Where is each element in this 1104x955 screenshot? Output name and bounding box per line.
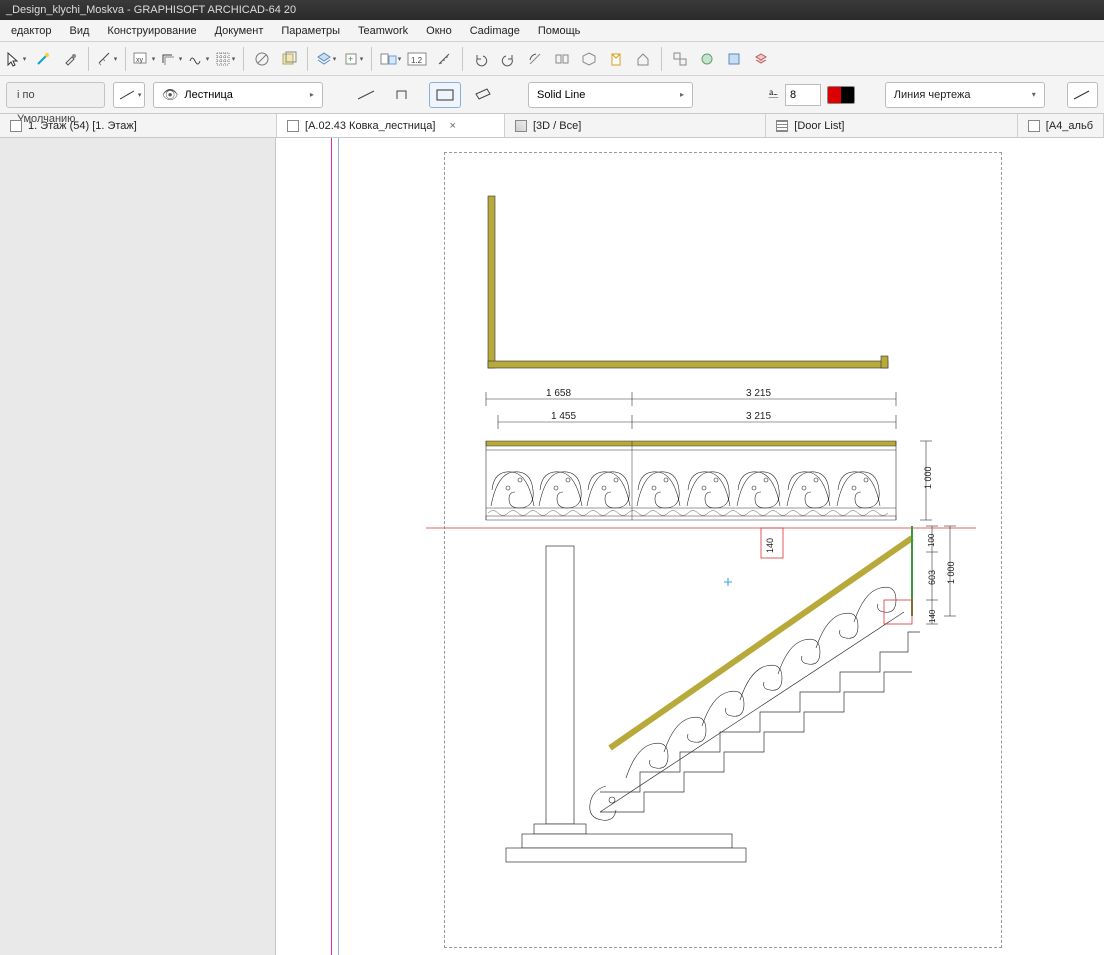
drawing-canvas[interactable]: 1 658 3 215 1 455 3 215 [276, 138, 1104, 955]
ruler-button[interactable]: ▾ [94, 46, 120, 72]
line-category-label: Линия чертежа [894, 89, 971, 101]
favorite-button[interactable] [603, 46, 629, 72]
tab-a4-label: [A4_альб [1046, 120, 1093, 132]
view-tabs: 1. Этаж (54) [1. Этаж] [A.02.43 Ковка_ле… [0, 114, 1104, 138]
pen-number-input[interactable] [785, 84, 821, 106]
dim-140b: 140 [928, 609, 937, 623]
grid-button[interactable]: ▾ [212, 46, 238, 72]
grid-icon [776, 120, 788, 132]
menu-construct[interactable]: Конструирование [98, 25, 205, 37]
linetype-label: Solid Line [537, 89, 585, 101]
eye-icon: 👁 [162, 87, 179, 103]
dim-140a: 140 [765, 538, 775, 553]
undo-button[interactable] [468, 46, 494, 72]
tab-close-button[interactable]: × [449, 120, 455, 132]
dim-1000a: 1 000 [923, 466, 933, 489]
menu-view[interactable]: Вид [61, 25, 99, 37]
layers-button[interactable]: ▾ [313, 46, 339, 72]
layer-selector[interactable]: 👁 Лестница ▸ [153, 82, 323, 108]
rotate-tool-button[interactable] [522, 46, 548, 72]
menu-teamwork[interactable]: Teamwork [349, 25, 417, 37]
main-toolbar: ▾ ▾ xy▾ ▾ ▾ ▾ ▾ +▾ ▾ 1.2 [0, 42, 1104, 76]
layer-stack-button[interactable] [748, 46, 774, 72]
svg-text:xy: xy [136, 57, 144, 64]
title-bar: _Design_klychi_Moskva - GRAPHISOFT ARCHI… [0, 0, 1104, 20]
default-settings-button[interactable]: і по Умолчанию [6, 82, 105, 108]
sheet-icon [1028, 120, 1040, 132]
project-button[interactable]: ▾ [377, 46, 403, 72]
geom-polyline-button[interactable] [390, 82, 421, 108]
xy-coord-button[interactable]: xy▾ [131, 46, 157, 72]
dim-3215a: 3 215 [746, 388, 771, 399]
tab-doorlist[interactable]: [Door List] [766, 114, 1018, 137]
group-button[interactable] [667, 46, 693, 72]
tab-floorplan[interactable]: 1. Этаж (54) [1. Этаж] [0, 114, 277, 137]
svg-text:+: + [348, 54, 353, 64]
tab-a4[interactable]: [A4_альб [1018, 114, 1104, 137]
cursor-tool-button[interactable]: ▾ [3, 46, 29, 72]
mirror-button[interactable] [549, 46, 575, 72]
line-category-selector[interactable]: Линия чертежа ▾ [885, 82, 1045, 108]
sheet-icon [287, 120, 299, 132]
navigator-panel[interactable] [0, 138, 276, 955]
dim-1455: 1 455 [551, 411, 576, 422]
offset-button[interactable]: ▾ [158, 46, 184, 72]
geom-rect-button[interactable] [429, 82, 460, 108]
layer-name: Лестница [184, 89, 233, 101]
tab-layout[interactable]: [A.02.43 Ковка_лестница] × [277, 114, 505, 137]
menu-editor[interactable]: едактор [2, 25, 61, 37]
plan-icon [10, 120, 22, 132]
dimension-12-button[interactable]: 1.2 [404, 46, 430, 72]
workspace: 1 658 3 215 1 455 3 215 [0, 138, 1104, 955]
drawing-content: 1 658 3 215 1 455 3 215 [276, 138, 1104, 955]
tab-doorlist-label: [Door List] [794, 120, 844, 132]
measure-button[interactable] [431, 46, 457, 72]
menu-document[interactable]: Документ [206, 25, 273, 37]
dim-100: 100 [927, 533, 936, 547]
snap-grid-button[interactable]: ▾ [185, 46, 211, 72]
geom-line-button[interactable] [351, 82, 382, 108]
pen-color-swatch[interactable] [827, 86, 855, 104]
pen-settings: ⎁ [768, 84, 855, 106]
suspend-button[interactable] [249, 46, 275, 72]
dim-3215b: 3 215 [746, 411, 771, 422]
redo-button[interactable] [495, 46, 521, 72]
menu-window[interactable]: Окно [417, 25, 461, 37]
linetype-selector[interactable]: Solid Line ▸ [528, 82, 693, 108]
eyedropper-button[interactable] [57, 46, 83, 72]
tab-floorplan-label: 1. Этаж (54) [1. Этаж] [28, 120, 137, 132]
clip-button[interactable] [721, 46, 747, 72]
tab-layout-label: [A.02.43 Ковка_лестница] [305, 120, 435, 132]
3d-object-button[interactable] [576, 46, 602, 72]
magic-wand-button[interactable] [30, 46, 56, 72]
pen-underline-icon: ⎁ [768, 87, 779, 103]
line-slope-button[interactable]: ▾ [113, 82, 144, 108]
info-toolbar: і по Умолчанию ▾ 👁 Лестница ▸ Solid Line… [0, 76, 1104, 114]
app-title: _Design_klychi_Moskva - GRAPHISOFT ARCHI… [6, 4, 296, 16]
tab-3d[interactable]: [3D / Все] [505, 114, 766, 137]
newview-button[interactable]: +▾ [340, 46, 366, 72]
trace-button[interactable] [276, 46, 302, 72]
menu-help[interactable]: Помощь [529, 25, 590, 37]
menu-params[interactable]: Параметры [272, 25, 349, 37]
cube-icon [515, 120, 527, 132]
render-button[interactable] [694, 46, 720, 72]
dim-1000b: 1 000 [946, 561, 956, 584]
arrow-style-button[interactable] [1067, 82, 1098, 108]
geom-rotrect-button[interactable] [469, 82, 500, 108]
dim-603: 603 [927, 570, 937, 585]
svg-text:1.2: 1.2 [411, 56, 423, 65]
dim-1658: 1 658 [546, 388, 571, 399]
home-button[interactable] [630, 46, 656, 72]
tab-3d-label: [3D / Все] [533, 120, 581, 132]
menu-cadimage[interactable]: Cadimage [461, 25, 529, 37]
menu-bar: едактор Вид Конструирование Документ Пар… [0, 20, 1104, 42]
